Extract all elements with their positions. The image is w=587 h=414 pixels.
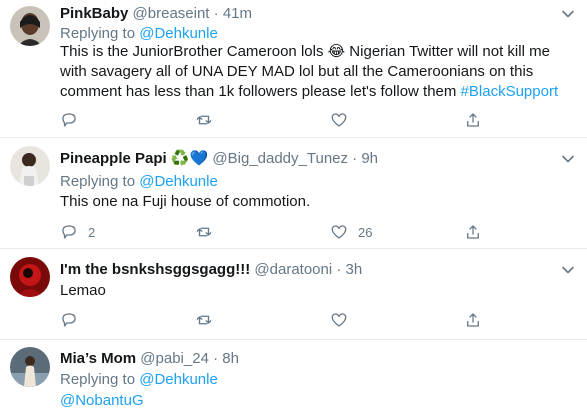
retweet-button[interactable] [195, 110, 213, 130]
heart-icon [331, 225, 347, 239]
tweet[interactable]: Mia’s Mom @pabi_24 · 8h Replying to @Deh… [0, 340, 587, 414]
retweet-icon [196, 227, 212, 237]
reply-button[interactable] [60, 110, 88, 130]
avatar[interactable] [10, 257, 50, 297]
like-button[interactable] [330, 110, 358, 130]
replying-to-label: Replying to [60, 25, 136, 42]
mention-link[interactable]: @NobantuG [60, 392, 144, 409]
replying-to-handle[interactable]: @Dehkunle [139, 371, 218, 388]
avatar[interactable] [10, 146, 50, 186]
hashtag-link[interactable]: #BlackSupport [461, 83, 559, 100]
reply-button[interactable] [60, 310, 88, 330]
reply-icon [62, 113, 76, 127]
retweet-icon [196, 115, 212, 125]
separator-dot: · [213, 5, 219, 22]
share-button[interactable] [464, 110, 482, 130]
replying-to: Replying to @Dehkunle [60, 25, 218, 43]
tweet-text: This one na Fuji house of commotion. [60, 192, 570, 212]
retweet-icon [196, 315, 212, 325]
share-icon [467, 113, 479, 127]
retweet-button[interactable] [195, 310, 213, 330]
tweet-text-line: This is the JuniorBrother Cameroon lols … [60, 43, 550, 60]
tweet-header: PinkBaby @breaseint · 41m [60, 5, 252, 23]
tweet-text-line: with savagery all of UNA DEY MAD lol but… [60, 63, 534, 80]
replying-to-handle[interactable]: @Dehkunle [139, 25, 218, 42]
user-handle[interactable]: @breaseint [133, 5, 210, 22]
retweet-button[interactable] [195, 222, 213, 242]
reply-icon [62, 225, 76, 239]
timestamp[interactable]: 8h [222, 350, 239, 367]
share-button[interactable] [464, 222, 482, 242]
display-name[interactable]: I'm the bsnkshsggsgagg!!! [60, 261, 250, 278]
share-button[interactable] [464, 310, 482, 330]
tweet-text-segment: comment has less than 1k followers pleas… [60, 83, 461, 100]
replying-to-handle[interactable]: @Dehkunle [139, 173, 218, 190]
tweet-text-line: Lemao [60, 282, 106, 299]
tweet-text-line: This one na Fuji house of commotion. [60, 193, 311, 210]
replying-to-label: Replying to [60, 173, 136, 190]
replying-to: Replying to @Dehkunle [60, 371, 218, 389]
tweet[interactable]: Pineapple Papi ♻️💙 @Big_daddy_Tunez · 9h… [0, 138, 587, 249]
user-handle[interactable]: @daratooni [254, 261, 332, 278]
reply-icon [62, 313, 76, 327]
timestamp[interactable]: 9h [361, 150, 378, 167]
share-icon [467, 225, 479, 239]
chevron-down-icon[interactable] [561, 152, 575, 166]
user-handle[interactable]: @pabi_24 [140, 350, 209, 367]
name-emoji: ♻️💙 [170, 150, 209, 167]
display-name[interactable]: Pineapple Papi [60, 150, 167, 167]
share-icon [467, 313, 479, 327]
chevron-down-icon[interactable] [561, 7, 575, 21]
display-name[interactable]: Mia’s Mom [60, 350, 136, 367]
timestamp[interactable]: 41m [223, 5, 252, 22]
reply-count: 2 [88, 224, 96, 240]
tweet-actions [60, 110, 480, 130]
tweet[interactable]: PinkBaby @breaseint · 41m Replying to @D… [0, 0, 587, 138]
separator-dot: · [336, 261, 342, 278]
replying-to: Replying to @Dehkunle [60, 173, 218, 191]
heart-icon [331, 113, 347, 127]
avatar[interactable] [10, 6, 50, 46]
tweet[interactable]: I'm the bsnkshsggsgagg!!! @daratooni · 3… [0, 249, 587, 340]
replying-to-label: Replying to [60, 371, 136, 388]
chevron-down-icon[interactable] [561, 263, 575, 277]
tweet-header: I'm the bsnkshsggsgagg!!! @daratooni · 3… [60, 261, 362, 279]
heart-icon [331, 313, 347, 327]
like-button[interactable] [330, 310, 358, 330]
tweet-header: Pineapple Papi ♻️💙 @Big_daddy_Tunez · 9h [60, 150, 378, 168]
like-count: 26 [358, 224, 373, 240]
user-handle[interactable]: @Big_daddy_Tunez [212, 150, 348, 167]
tweet-text: @NobantuG [60, 391, 570, 411]
tweet-text: Lemao [60, 281, 570, 301]
separator-dot: · [213, 350, 219, 367]
reply-button[interactable]: 2 [60, 222, 95, 242]
separator-dot: · [352, 150, 358, 167]
tweet-text: This is the JuniorBrother Cameroon lols … [60, 42, 570, 102]
tweet-actions: 2 26 [60, 222, 480, 242]
display-name[interactable]: PinkBaby [60, 5, 128, 22]
avatar[interactable] [10, 347, 50, 387]
tweet-text-line: comment has less than 1k followers pleas… [60, 82, 570, 102]
tweet-header: Mia’s Mom @pabi_24 · 8h [60, 350, 239, 368]
like-button[interactable]: 26 [330, 222, 372, 242]
timestamp[interactable]: 3h [346, 261, 363, 278]
tweet-actions [60, 310, 480, 330]
